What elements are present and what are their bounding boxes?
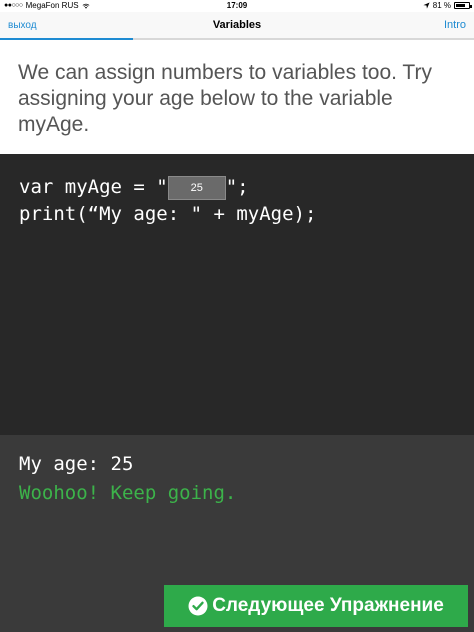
code-line-1: var myAge = " "; (19, 173, 249, 201)
next-exercise-label: Следующее Упражнение (212, 595, 444, 616)
page-title: Variables (212, 19, 262, 31)
code-line-2: print(“My age: " + myAge); (19, 203, 317, 225)
instructions-panel: We can assign numbers to variables too. … (0, 40, 474, 154)
check-circle-icon (188, 596, 208, 616)
status-bar: ●●○○○ MegaFon RUS 17:09 81 % (0, 0, 474, 12)
status-right: 81 % (423, 1, 472, 10)
battery-icon (454, 2, 472, 9)
console-output-line-1: My age: 25 (19, 453, 134, 475)
intro-button[interactable]: Intro (444, 19, 466, 31)
age-input[interactable] (167, 176, 226, 200)
navigation-bar: выход Variables Intro (0, 12, 474, 40)
next-exercise-button[interactable]: Следующее Упражнение (164, 585, 468, 627)
console-output-line-2: Woohoo! Keep going. (19, 482, 237, 504)
clock: 17:09 (226, 1, 248, 10)
location-arrow-icon (423, 2, 430, 9)
instructions-text: We can assign numbers to variables too. … (18, 61, 432, 136)
battery-percent: 81 % (432, 1, 451, 10)
code-editor: var myAge = " "; print(“My age: " + myAge… (0, 154, 474, 435)
code-line-1-prefix: var myAge = " (19, 176, 168, 198)
code-line-1-suffix: "; (225, 176, 249, 198)
